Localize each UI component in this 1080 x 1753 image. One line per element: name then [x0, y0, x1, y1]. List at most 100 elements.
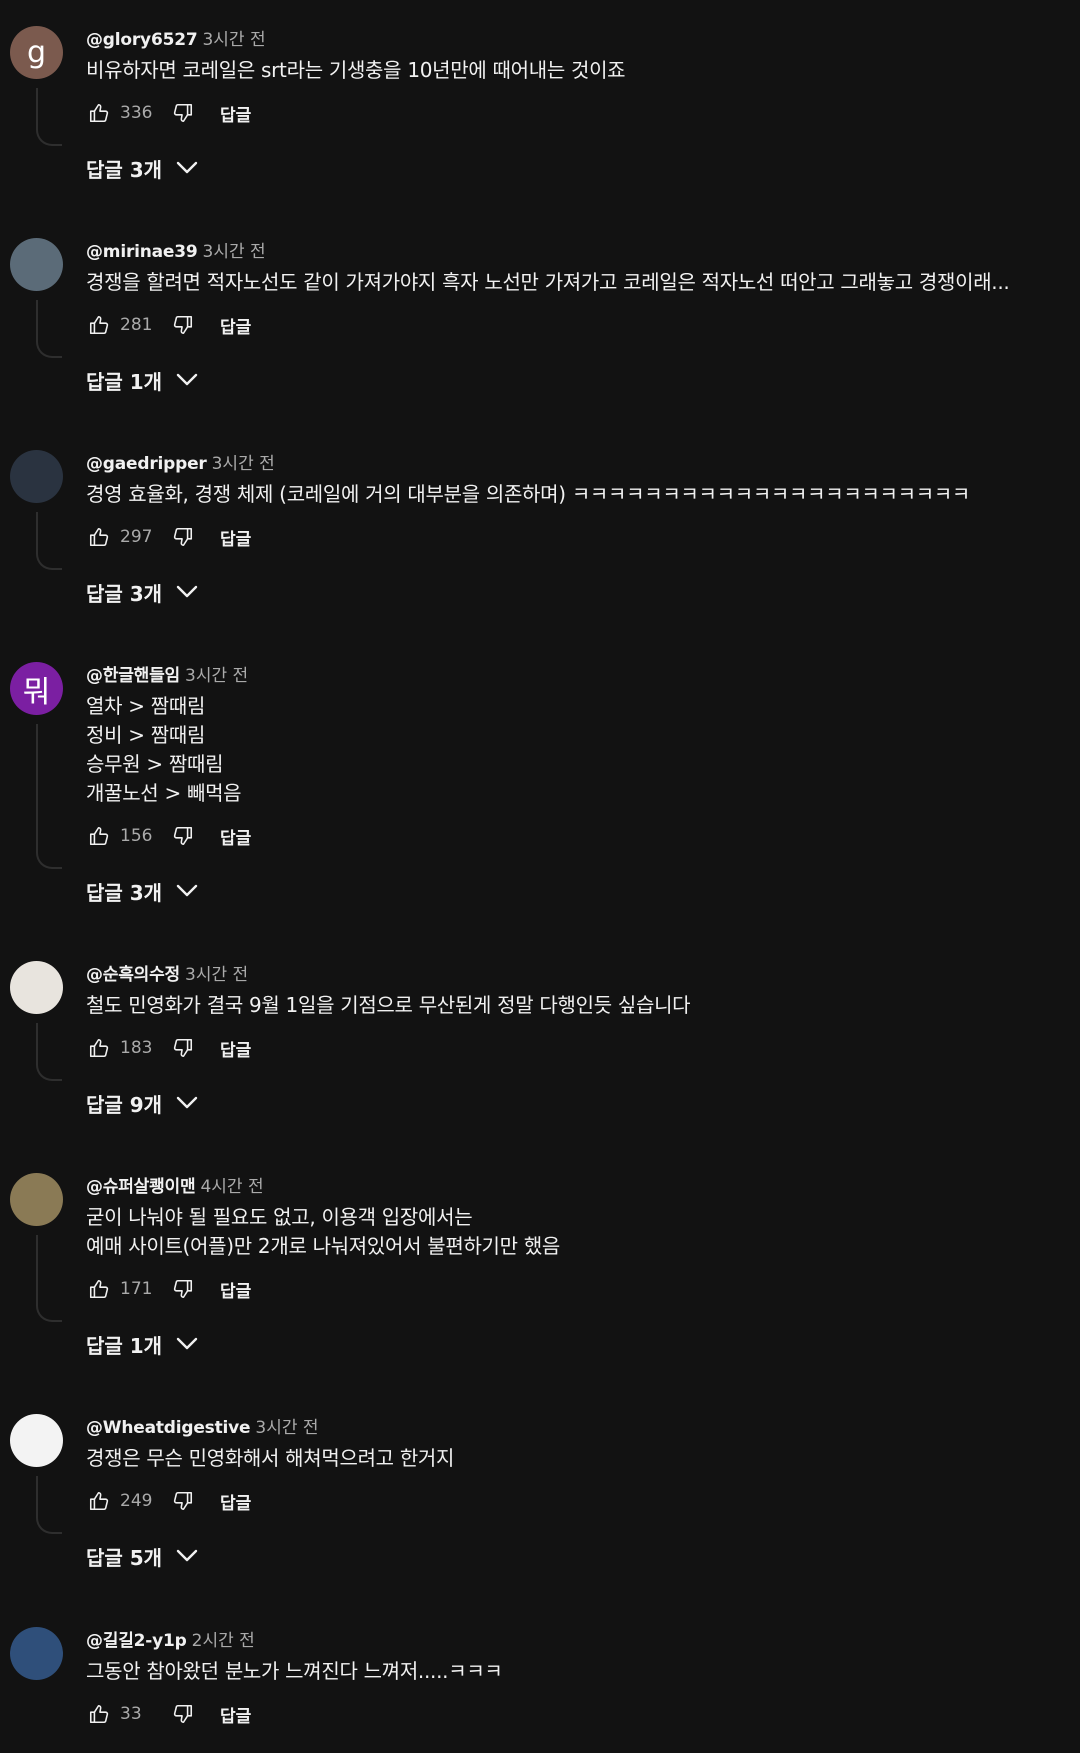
- comment-text: 경영 효율화, 경쟁 체제 (코레일에 거의 대부분을 의존하며) ㅋㅋㅋㅋㅋㅋ…: [86, 480, 970, 509]
- comment-header: @glory6527 3시간 전: [86, 28, 266, 52]
- comment-author[interactable]: @mirinae39: [86, 242, 198, 262]
- like-icon[interactable]: [86, 1488, 112, 1514]
- dislike-icon[interactable]: [170, 1276, 196, 1302]
- comment-time[interactable]: 3시간 전: [212, 454, 275, 474]
- comment-header: @길길2-y1p 2시간 전: [86, 1629, 255, 1653]
- avatar[interactable]: [10, 238, 63, 291]
- chevron-down-icon: [176, 161, 198, 175]
- replies-label: 답글 1개: [86, 1333, 163, 1358]
- comment-author[interactable]: @순흑의수정: [86, 965, 180, 985]
- comment-actions: 336 답글: [86, 98, 251, 128]
- replies-label: 답글 3개: [86, 581, 163, 606]
- like-count: 297: [120, 527, 153, 547]
- comment-actions: 156 답글: [86, 821, 251, 851]
- avatar-letter: 뭐: [22, 674, 51, 710]
- chevron-down-icon: [176, 884, 198, 898]
- reply-button[interactable]: 답글: [220, 824, 251, 849]
- dislike-icon[interactable]: [170, 1488, 196, 1514]
- comment-time[interactable]: 3시간 전: [185, 666, 248, 686]
- like-icon[interactable]: [86, 1701, 112, 1727]
- chevron-down-icon: [176, 1096, 198, 1110]
- replies-label: 답글 9개: [86, 1092, 163, 1117]
- view-replies-button[interactable]: 답글 3개: [86, 875, 198, 907]
- chevron-down-icon: [176, 585, 198, 599]
- avatar[interactable]: [10, 450, 63, 503]
- reply-button[interactable]: 답글: [220, 101, 251, 126]
- dislike-icon[interactable]: [170, 100, 196, 126]
- avatar[interactable]: [10, 1173, 63, 1226]
- comment-text-line: 경쟁을 할려면 적자노선도 같이 가져가야지 흑자 노선만 가져가고 코레일은 …: [86, 270, 1010, 294]
- dislike-icon[interactable]: [170, 1035, 196, 1061]
- chevron-down-icon: [176, 373, 198, 387]
- reply-button[interactable]: 답글: [220, 1277, 251, 1302]
- view-replies-button[interactable]: 답글 3개: [86, 152, 198, 184]
- replies-label: 답글 3개: [86, 880, 163, 905]
- reply-button[interactable]: 답글: [220, 1702, 251, 1727]
- avatar[interactable]: [10, 961, 63, 1014]
- like-count: 33: [120, 1704, 142, 1724]
- comment-header: @Wheatdigestive 3시간 전: [86, 1416, 319, 1440]
- avatar-letter: g: [26, 35, 47, 70]
- comment-time[interactable]: 3시간 전: [185, 965, 248, 985]
- like-icon[interactable]: [86, 823, 112, 849]
- view-replies-button[interactable]: 답글 5개: [86, 1540, 198, 1572]
- comment-text-line: 비유하자면 코레일은 srt라는 기생충을 10년만에 때어내는 것이죠: [86, 58, 626, 82]
- like-count: 249: [120, 1491, 153, 1511]
- avatar[interactable]: [10, 1627, 63, 1680]
- avatar[interactable]: 뭐: [10, 662, 63, 715]
- comment-time[interactable]: 3시간 전: [255, 1418, 318, 1438]
- comment-author[interactable]: @길길2-y1p: [86, 1631, 187, 1651]
- like-count: 336: [120, 103, 153, 123]
- comment-time[interactable]: 4시간 전: [200, 1177, 263, 1197]
- view-replies-button[interactable]: 답글 1개: [86, 1328, 198, 1360]
- thread-line: [36, 300, 62, 358]
- comment-author[interactable]: @Wheatdigestive: [86, 1418, 251, 1438]
- comment-author[interactable]: @한글핸들임: [86, 666, 180, 686]
- comment-text-line: 굳이 나눠야 될 필요도 없고, 이용객 입장에서는: [86, 1205, 473, 1229]
- comment-author[interactable]: @glory6527: [86, 30, 198, 50]
- reply-button[interactable]: 답글: [220, 1036, 251, 1061]
- comment-text-line: 그동안 참아왔던 분노가 느껴진다 느껴저.....ㅋㅋㅋ: [86, 1659, 503, 1683]
- like-icon[interactable]: [86, 524, 112, 550]
- comment-text-line: 철도 민영화가 결국 9월 1일을 기점으로 무산된게 정말 다행인듯 싶습니다: [86, 993, 691, 1017]
- comment-text: 경쟁을 할려면 적자노선도 같이 가져가야지 흑자 노선만 가져가고 코레일은 …: [86, 268, 1010, 297]
- like-icon[interactable]: [86, 100, 112, 126]
- comment-text-line: 경쟁은 무슨 민영화해서 해쳐먹으려고 한거지: [86, 1446, 455, 1470]
- thread-line: [36, 1235, 62, 1322]
- view-replies-button[interactable]: 답글 1개: [86, 364, 198, 396]
- view-replies-button[interactable]: 답글 3개: [86, 576, 198, 608]
- like-icon[interactable]: [86, 1035, 112, 1061]
- comment-text-line: 승무원 > 짬때림: [86, 752, 224, 776]
- reply-button[interactable]: 답글: [220, 1489, 251, 1514]
- comment-time[interactable]: 3시간 전: [202, 30, 265, 50]
- reply-button[interactable]: 답글: [220, 313, 251, 338]
- reply-button[interactable]: 답글: [220, 525, 251, 550]
- like-icon[interactable]: [86, 1276, 112, 1302]
- comment-actions: 297 답글: [86, 522, 251, 552]
- dislike-icon[interactable]: [170, 823, 196, 849]
- comment-time[interactable]: 3시간 전: [203, 242, 266, 262]
- like-icon[interactable]: [86, 312, 112, 338]
- replies-label: 답글 3개: [86, 157, 163, 182]
- comment-header: @순흑의수정 3시간 전: [86, 963, 248, 987]
- replies-label: 답글 1개: [86, 369, 163, 394]
- thread-line: [36, 1023, 62, 1081]
- comment-text: 굳이 나눠야 될 필요도 없고, 이용객 입장에서는 예매 사이트(어플)만 2개…: [86, 1203, 560, 1261]
- comment-text-line: 개꿀노선 > 빼먹음: [86, 781, 242, 805]
- chevron-down-icon: [176, 1337, 198, 1351]
- dislike-icon[interactable]: [170, 524, 196, 550]
- comment-header: @mirinae39 3시간 전: [86, 240, 266, 264]
- avatar[interactable]: g: [10, 26, 63, 79]
- comment-time[interactable]: 2시간 전: [192, 1631, 255, 1651]
- avatar[interactable]: [10, 1414, 63, 1467]
- comment-header: @슈퍼살쾡이맨 4시간 전: [86, 1175, 264, 1199]
- dislike-icon[interactable]: [170, 1701, 196, 1727]
- like-count: 281: [120, 315, 153, 335]
- comment-author[interactable]: @gaedripper: [86, 454, 207, 474]
- like-count: 183: [120, 1038, 153, 1058]
- comment-author[interactable]: @슈퍼살쾡이맨: [86, 1177, 196, 1197]
- view-replies-button[interactable]: 답글 9개: [86, 1087, 198, 1119]
- thread-line: [36, 88, 62, 146]
- dislike-icon[interactable]: [170, 312, 196, 338]
- comment-text: 열차 > 짬때림 정비 > 짬때림 승무원 > 짬때림 개꿀노선 > 빼먹음: [86, 692, 242, 808]
